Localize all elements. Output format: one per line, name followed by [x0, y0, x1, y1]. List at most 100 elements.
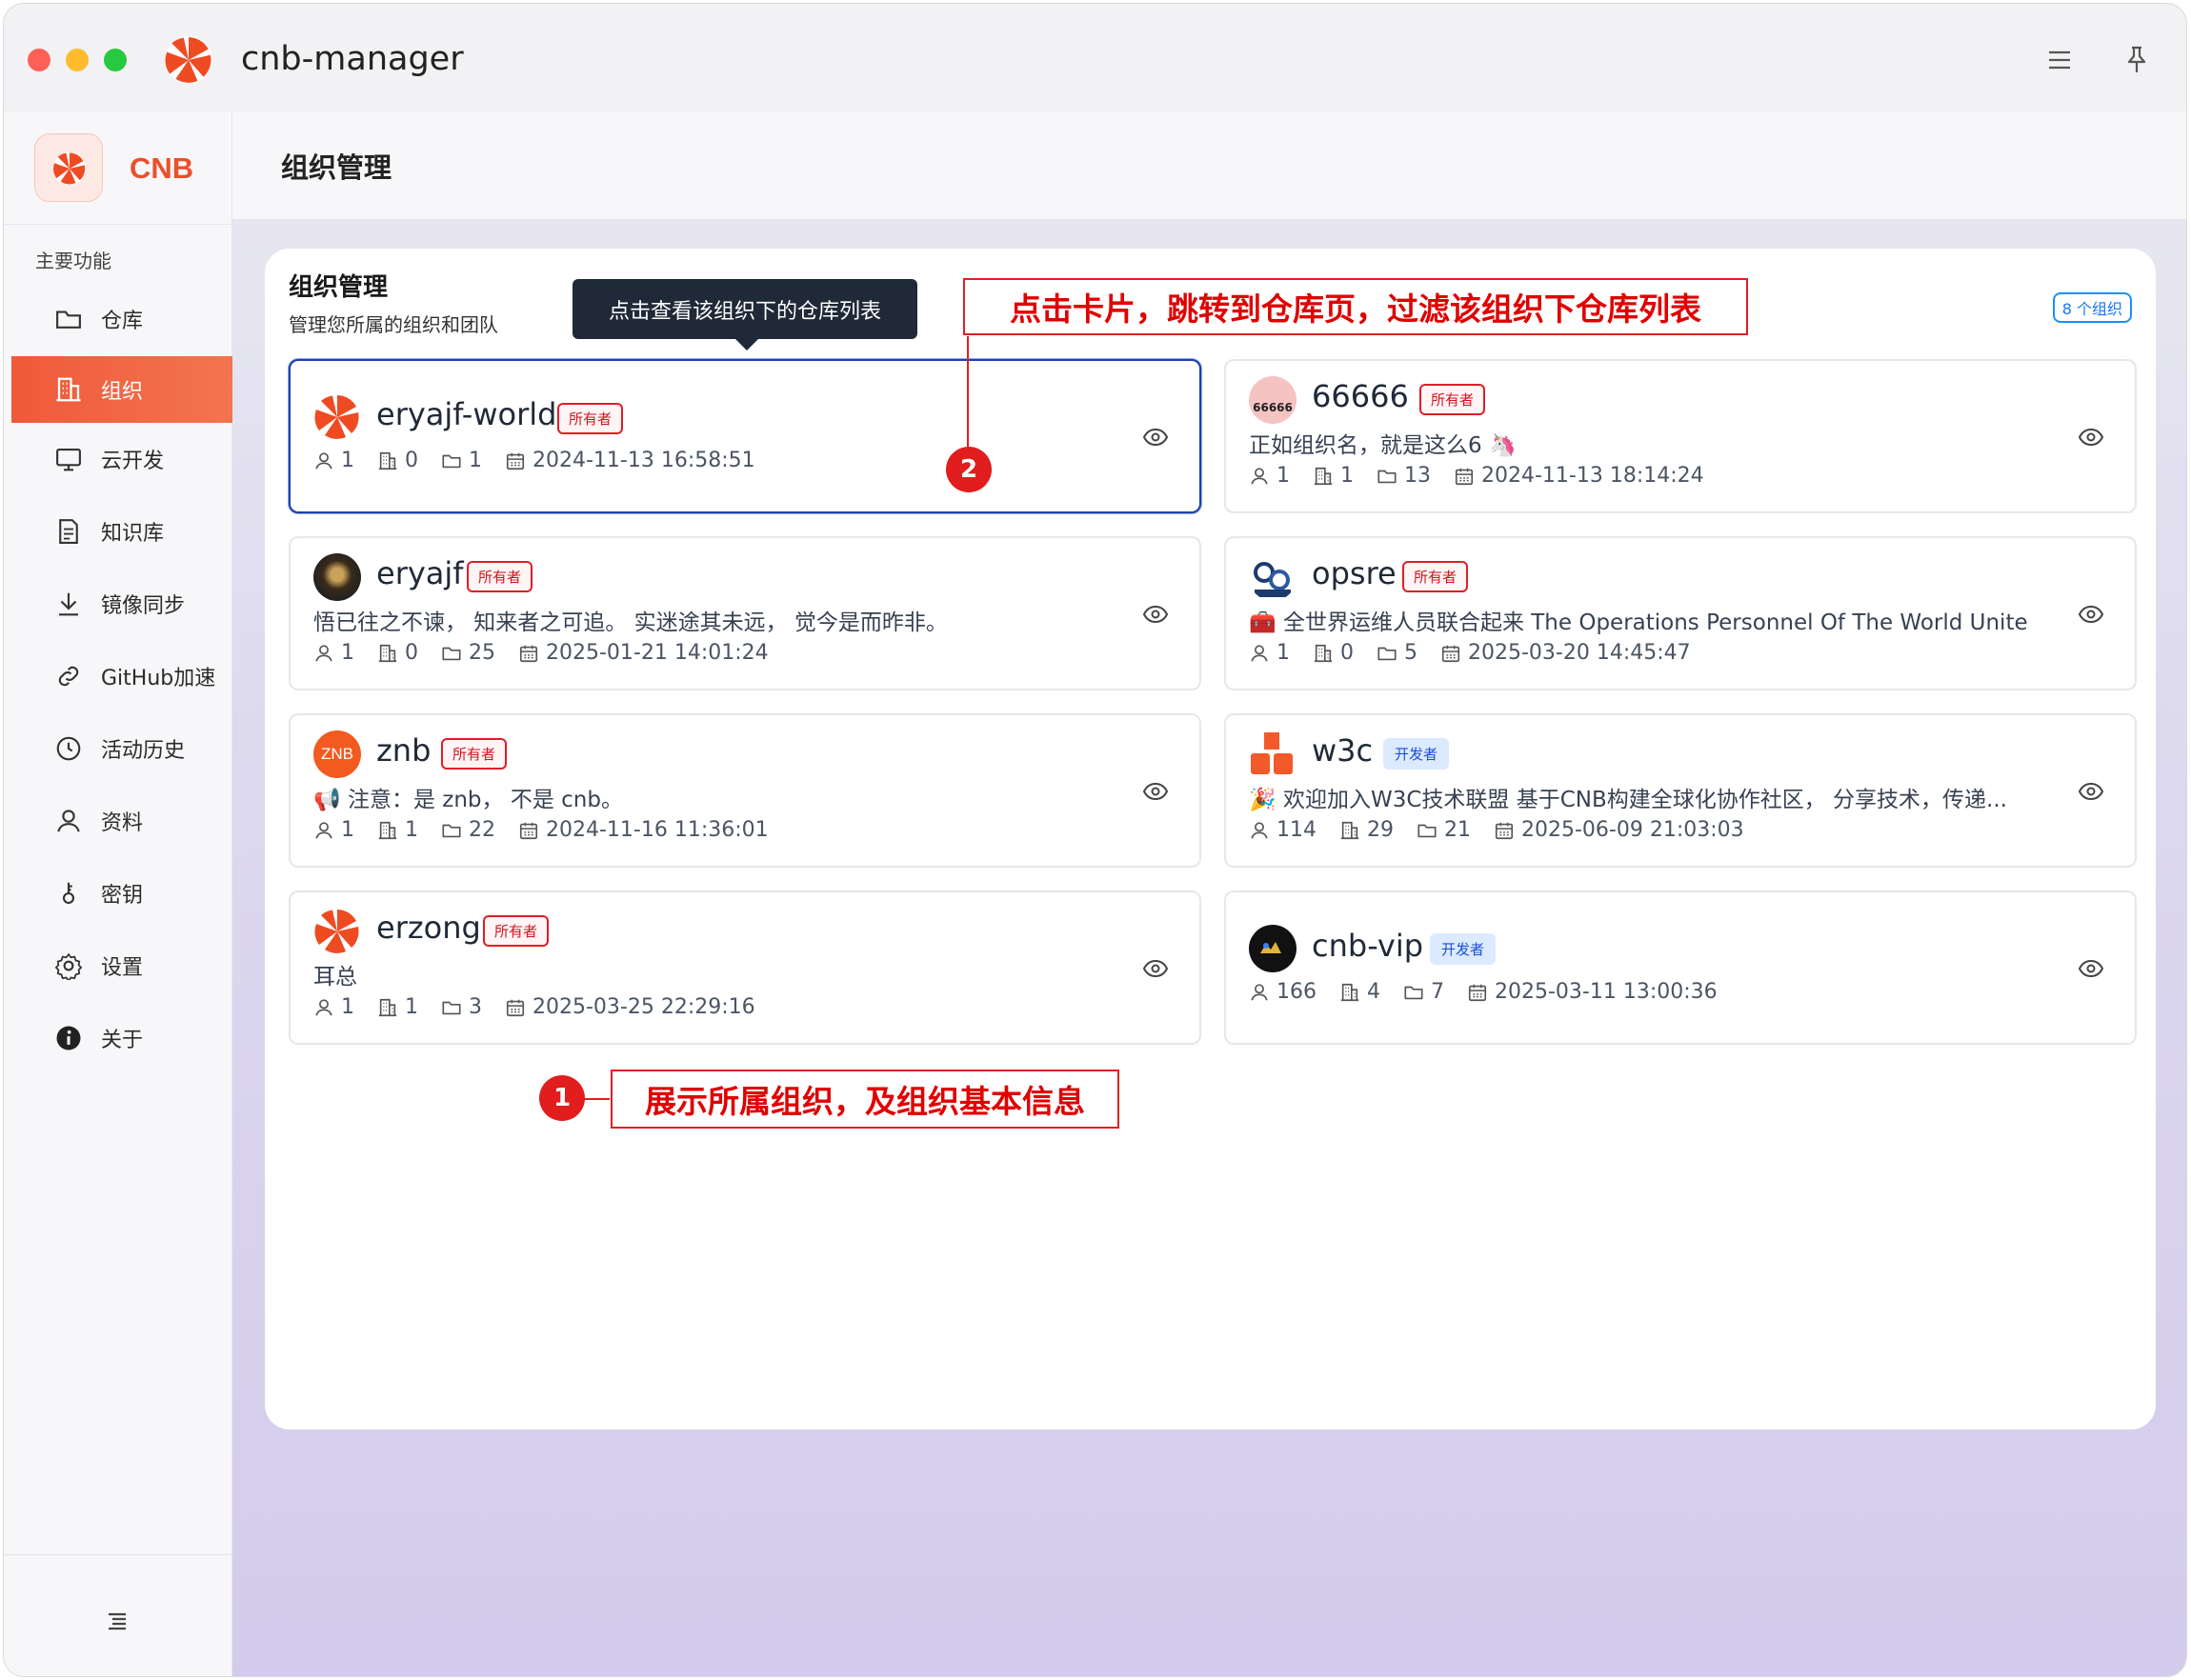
org-card-w3c[interactable]: w3c 开发者 🎉 欢迎加入W3C技术联盟 基于CNB构建全球化协作社区， 分享…: [1224, 713, 2137, 868]
building-icon: [56, 377, 81, 402]
role-badge: 所有者: [483, 915, 550, 947]
members-icon: [313, 997, 334, 1018]
sidebar-item-keys[interactable]: 密钥: [11, 860, 232, 927]
created-date: 2024-11-13 18:14:24: [1481, 464, 1704, 488]
annotation-1-label: 展示所属组织，及组织基本信息: [611, 1070, 1119, 1129]
org-card-eryajf[interactable]: eryajf 所有者 悟已往之不谏， 知来者之可追。 实迷途其未远， 觉今是而昨…: [289, 536, 1201, 690]
group-count: 1: [405, 818, 418, 842]
collapse-sidebar-icon[interactable]: [105, 1609, 130, 1633]
calendar-icon: [1440, 643, 1461, 664]
org-meta: 166 4 7 2025-03-11 13:00:36: [1249, 980, 1740, 1004]
sidebar-item-label: 知识库: [101, 522, 165, 546]
maximize-window-button[interactable]: [104, 49, 127, 71]
org-card-66666[interactable]: 66666 66666 所有者 正如组织名，就是这么6 🦄 1 1 13 202…: [1224, 359, 2137, 513]
member-count: 1: [1276, 464, 1290, 488]
repo-count: 13: [1404, 464, 1431, 488]
org-avatar: [1249, 553, 1297, 601]
eye-icon[interactable]: [2078, 603, 2104, 626]
sidebar-item-knowledge[interactable]: 知识库: [11, 498, 232, 565]
eye-icon[interactable]: [2078, 957, 2104, 980]
group-count: 0: [1340, 641, 1354, 665]
building-icon: [1339, 820, 1360, 841]
eye-icon[interactable]: [1142, 957, 1169, 980]
org-name: 66666: [1312, 378, 1409, 414]
building-icon: [377, 997, 398, 1018]
sidebar-item-activity[interactable]: 活动历史: [11, 715, 232, 782]
download-icon: [59, 592, 78, 616]
opsre-logo-icon: [1254, 562, 1291, 597]
calendar-icon: [1467, 982, 1488, 1003]
sidebar-item-label: 组织: [101, 380, 144, 404]
eye-icon[interactable]: [2078, 780, 2104, 803]
created-date: 2025-03-20 14:45:47: [1468, 641, 1691, 665]
folder-icon: [1377, 466, 1397, 487]
org-panel: 组织管理 管理您所属的组织和团队 8 个组织 点击查看该组织下的仓库列表 ery…: [265, 249, 2156, 1430]
org-card-opsre[interactable]: opsre 所有者 🧰 全世界运维人员联合起来 The Operations P…: [1224, 536, 2137, 690]
sidebar-item-label: 资料: [101, 811, 144, 835]
cnb-brand-icon: [52, 151, 87, 186]
minimize-window-button[interactable]: [66, 49, 89, 71]
sidebar-item-settings[interactable]: 设置: [11, 932, 232, 999]
w3c-logo-icon: [1251, 732, 1293, 774]
avatar-text: ZNB: [321, 745, 353, 763]
gear-icon: [54, 952, 83, 980]
members-icon: [1249, 643, 1270, 664]
org-meta: 1 1 3 2025-03-25 22:29:16: [313, 995, 778, 1019]
sidebar-item-label: 云开发: [101, 450, 165, 473]
eye-icon[interactable]: [2078, 426, 2104, 449]
members-icon: [313, 450, 334, 471]
org-meta: 114 29 21 2025-06-09 21:03:03: [1249, 818, 1767, 842]
folder-icon: [56, 310, 81, 329]
role-badge: 所有者: [1402, 561, 1469, 592]
org-avatar: [1249, 730, 1297, 778]
org-name: cnb-vip: [1312, 928, 1424, 964]
sidebar-item-github-accel[interactable]: GitHub加速: [11, 643, 232, 710]
org-description: 耳总: [313, 965, 357, 990]
eye-icon[interactable]: [1142, 603, 1169, 626]
member-count: 114: [1276, 818, 1317, 842]
sidebar-item-label: 关于: [101, 1029, 144, 1052]
sidebar-brand: CNB: [4, 111, 232, 225]
page-header: 组织管理: [232, 111, 2186, 219]
org-avatar: [313, 553, 361, 601]
member-count: 1: [341, 995, 354, 1019]
member-count: 1: [341, 641, 354, 665]
org-meta: 1 0 1 2024-11-13 16:58:51: [313, 449, 778, 472]
sidebar-item-cloud-dev[interactable]: 云开发: [11, 426, 232, 492]
org-card-cnb-vip[interactable]: cnb-vip 开发者 166 4 7 2025-03-11 13:00:36: [1224, 890, 2137, 1045]
members-icon: [1249, 466, 1270, 487]
org-avatar: 66666: [1249, 376, 1297, 424]
building-icon: [377, 450, 398, 471]
eye-icon[interactable]: [1142, 426, 1169, 449]
org-card-znb[interactable]: ZNB znb 所有者 📢 注意：是 znb， 不是 cnb。 1 1 22 2…: [289, 713, 1201, 868]
sidebar-item-mirror-sync[interactable]: 镜像同步: [11, 570, 232, 637]
org-name: eryajf-world: [376, 396, 557, 432]
group-count: 0: [405, 449, 418, 472]
sidebar-item-profile[interactable]: 资料: [11, 788, 232, 854]
repo-count: 3: [469, 995, 482, 1019]
eye-icon[interactable]: [1142, 780, 1169, 803]
org-name: znb: [376, 732, 432, 769]
org-count-badge: 8 个组织: [2052, 292, 2132, 323]
sidebar-item-repos[interactable]: 仓库: [11, 286, 232, 352]
pin-icon[interactable]: [2119, 42, 2155, 78]
vip-logo-icon: [1250, 926, 1296, 971]
sidebar-item-label: 仓库: [101, 310, 144, 333]
document-icon: [59, 519, 78, 544]
org-card-eryajf-world[interactable]: eryajf-world 所有者 1 0 1 2024-11-13 16:58:…: [289, 359, 1201, 513]
org-name: eryajf: [376, 555, 464, 591]
sidebar-item-orgs[interactable]: 组织: [11, 356, 232, 423]
main-content: 组织管理 组织管理 管理您所属的组织和团队 8 个组织 点击查看该组织下的仓库列…: [232, 111, 2186, 1676]
calendar-icon: [1454, 466, 1475, 487]
menu-icon[interactable]: [2041, 42, 2078, 78]
close-window-button[interactable]: [28, 49, 50, 71]
calendar-icon: [505, 997, 526, 1018]
info-icon: [56, 1026, 81, 1050]
sidebar-footer: [4, 1554, 232, 1676]
org-name: opsre: [1312, 555, 1397, 591]
org-description: 正如组织名，就是这么6 🦄: [1249, 433, 1517, 458]
repo-count: 22: [469, 818, 495, 842]
page-title: 组织管理: [281, 151, 392, 184]
org-card-erzong[interactable]: erzong 所有者 耳总 1 1 3 2025-03-25 22:29:16: [289, 890, 1201, 1045]
sidebar-item-about[interactable]: 关于: [11, 1005, 232, 1071]
